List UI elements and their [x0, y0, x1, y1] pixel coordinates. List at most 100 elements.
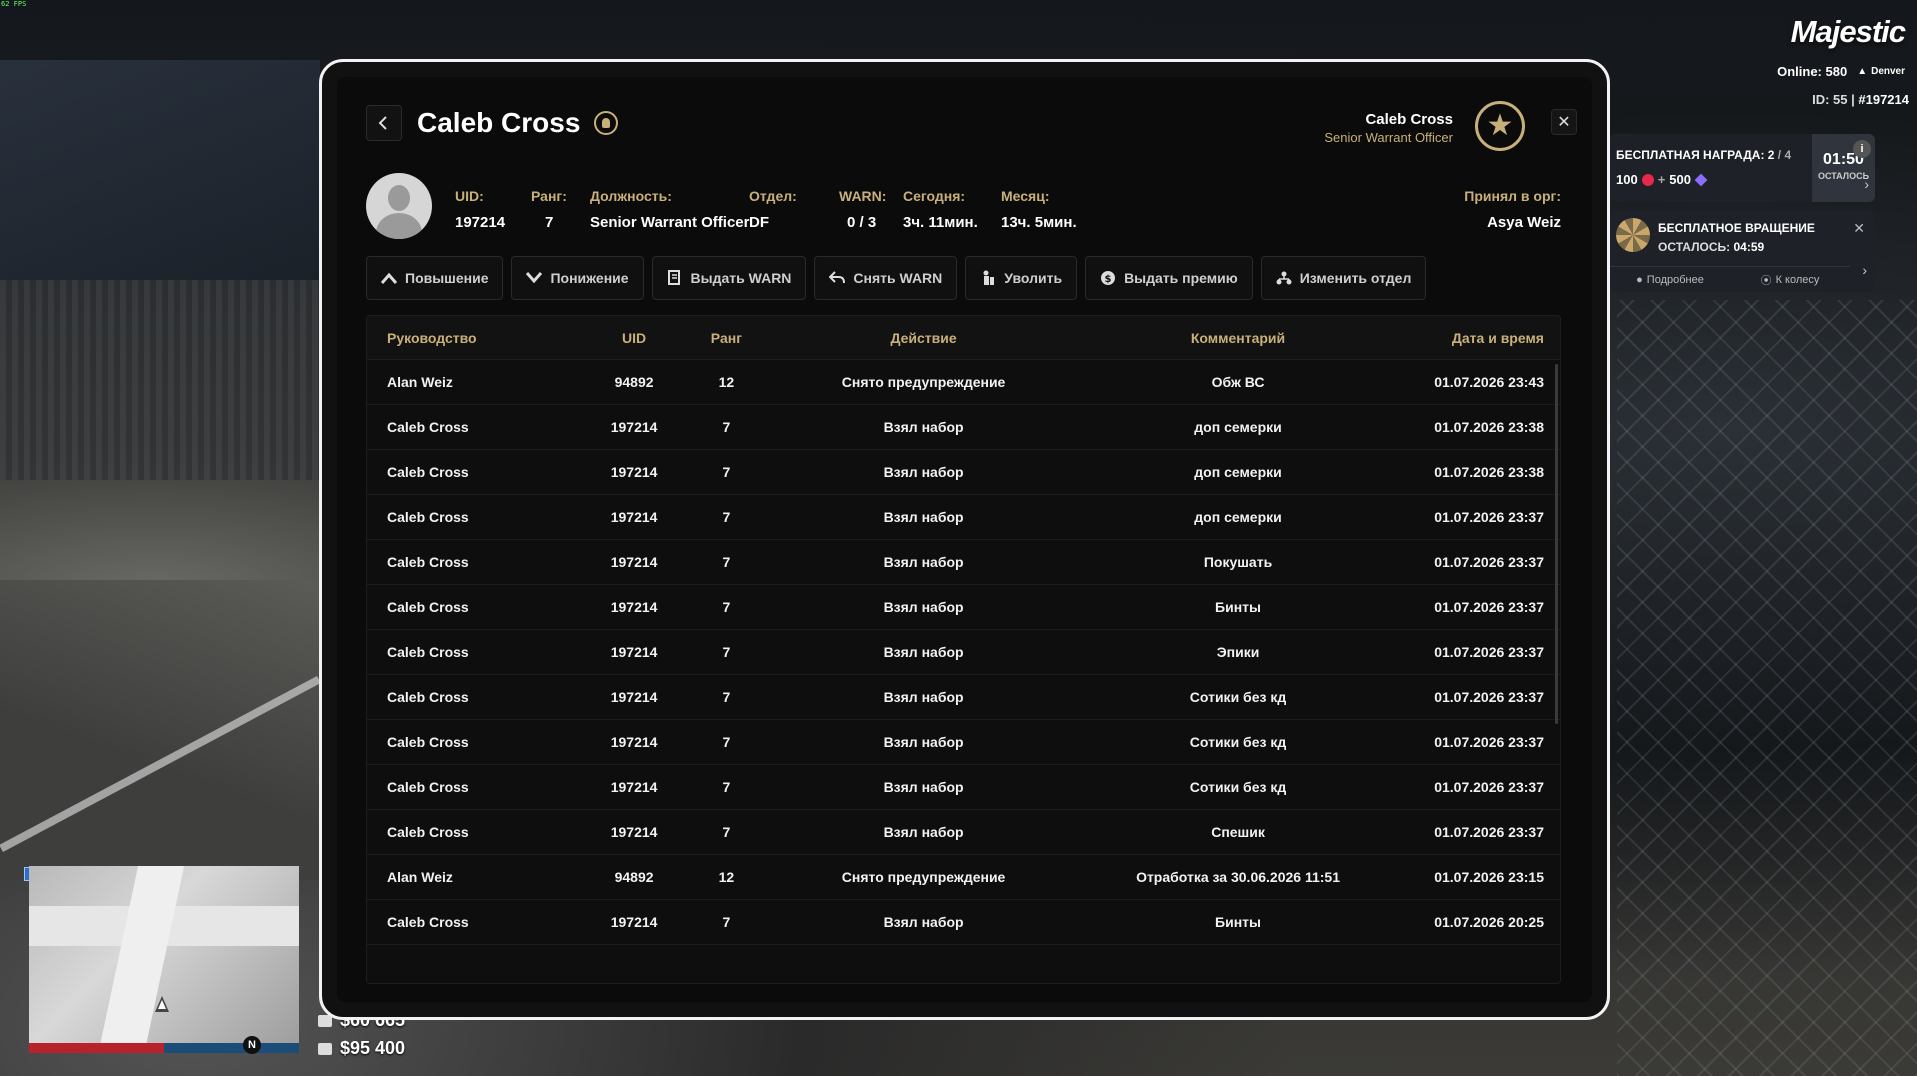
- cell-datetime: 01.07.2026 23:38: [1434, 419, 1544, 435]
- table-row[interactable]: Caleb Cross 197214 7 Взял набор Бинты 01.07.2…: [367, 585, 1560, 630]
- info-department: Отдел: DF: [749, 188, 797, 231]
- table-body: Alan Weiz 94892 12 Снято предупреждение Обж …: [367, 360, 1560, 945]
- table-row[interactable]: Caleb Cross 197214 7 Взял набор Спешик 01.07.…: [367, 810, 1560, 855]
- change-department-button[interactable]: Изменить отдел: [1260, 256, 1427, 300]
- cell-comment: Сотики без кд: [1189, 779, 1287, 795]
- cell-datetime: 01.07.2026 23:37: [1434, 509, 1544, 525]
- info-today: Сегодня: 3ч. 11мин.: [903, 188, 978, 231]
- table-row[interactable]: Caleb Cross 197214 7 Взял набор Бинты 01.07.2…: [367, 900, 1560, 945]
- cell-action: Взял набор: [883, 464, 964, 480]
- cell-manager: Caleb Cross: [387, 599, 469, 615]
- table-row[interactable]: Alan Weiz 94892 12 Снято предупреждение Обж …: [367, 360, 1560, 405]
- fire-button[interactable]: Уволить: [965, 256, 1078, 300]
- table-row[interactable]: Caleb Cross 197214 7 Взял набор доп семерки 0…: [367, 450, 1560, 495]
- free-spin-widget[interactable]: БЕСПЛАТНОЕ ВРАЩЕНИЕ ОСТАЛОСЬ: 04:59 ✕ › …: [1610, 210, 1875, 292]
- cell-comment: Спешик: [1211, 824, 1265, 840]
- table-row[interactable]: Caleb Cross 197214 7 Взял набор доп семерки 0…: [367, 495, 1560, 540]
- background-wall: [0, 280, 320, 480]
- undo-icon: [829, 270, 846, 286]
- to-wheel-link[interactable]: ⦿ К колесу: [1730, 267, 1850, 292]
- server-icon: ▲: [1857, 66, 1868, 77]
- cell-action: Взял набор: [883, 644, 964, 660]
- column-header[interactable]: Комментарий: [1091, 330, 1385, 346]
- cell-comment: Сотики без кд: [1189, 689, 1287, 705]
- warn-icon: [667, 270, 683, 286]
- cell-action: Взял набор: [883, 914, 964, 930]
- cell-datetime: 01.07.2026 23:37: [1434, 734, 1544, 750]
- header-user-rank: Senior Warrant Officer: [1324, 130, 1453, 145]
- cell-action: Взял набор: [883, 599, 964, 615]
- cell-action: Взял набор: [883, 779, 964, 795]
- employee-card-panel: Caleb Cross Caleb Cross Senior Warrant O…: [337, 77, 1592, 1002]
- cell-uid: 197214: [610, 554, 658, 570]
- fire-icon: [980, 270, 996, 286]
- cell-rank: 12: [718, 869, 735, 885]
- close-icon[interactable]: ✕: [1853, 220, 1865, 237]
- cell-manager: Caleb Cross: [387, 914, 469, 930]
- info-icon[interactable]: i: [1853, 140, 1871, 158]
- server-name: ▲ Denver: [1857, 66, 1905, 77]
- avatar: [366, 173, 432, 239]
- chevron-right-icon[interactable]: ›: [1864, 176, 1869, 192]
- table-row[interactable]: Caleb Cross 197214 7 Взял набор доп семерки 0…: [367, 405, 1560, 450]
- cash-money: $95 400: [318, 1038, 405, 1059]
- fps-counter: 62 FPS: [1, 0, 27, 8]
- remove-warn-button[interactable]: Снять WARN: [814, 256, 958, 300]
- cell-manager: Caleb Cross: [387, 554, 469, 570]
- back-button[interactable]: [366, 105, 402, 141]
- demote-icon: [526, 270, 543, 286]
- online-count: Online: 580: [1777, 64, 1848, 79]
- crystal-icon: [1694, 173, 1708, 186]
- give-bonus-button[interactable]: $ Выдать премию: [1085, 256, 1253, 300]
- cell-uid: 197214: [610, 644, 658, 660]
- header-user-name: Caleb Cross: [1365, 111, 1453, 128]
- cell-comment: доп семерки: [1194, 419, 1282, 435]
- table-row[interactable]: Caleb Cross 197214 7 Взял набор Сотики без к…: [367, 675, 1560, 720]
- more-info-link[interactable]: ● Подробнее: [1610, 267, 1730, 292]
- cell-action: Снято предупреждение: [841, 374, 1006, 390]
- column-header[interactable]: UID: [572, 330, 697, 346]
- player-arrow-icon: [155, 996, 169, 1012]
- cell-manager: Caleb Cross: [387, 734, 469, 750]
- cell-action: Взял набор: [883, 734, 964, 750]
- table-row[interactable]: Alan Weiz 94892 12 Снято предупреждение Отра…: [367, 855, 1560, 900]
- background-fence: [1617, 300, 1917, 1076]
- cell-action: Взял набор: [883, 509, 964, 525]
- chevron-right-icon[interactable]: ›: [1862, 262, 1867, 278]
- give-warn-button[interactable]: Выдать WARN: [651, 256, 807, 300]
- close-button[interactable]: ✕: [1551, 109, 1577, 135]
- table-scrollbar[interactable]: [1555, 364, 1558, 724]
- table-row[interactable]: Caleb Cross 197214 7 Взял набор Сотики без к…: [367, 720, 1560, 765]
- table-row[interactable]: Caleb Cross 197214 7 Взял набор Эпики 01.07.2…: [367, 630, 1560, 675]
- table-row[interactable]: Caleb Cross 197214 7 Взял набор Покушать 01.0…: [367, 540, 1560, 585]
- cell-datetime: 01.07.2026 23:37: [1434, 599, 1544, 615]
- column-header[interactable]: Ранг: [696, 330, 756, 346]
- cell-manager: Caleb Cross: [387, 464, 469, 480]
- cell-comment: Бинты: [1215, 914, 1261, 930]
- cell-uid: 197214: [610, 509, 658, 525]
- free-reward-widget[interactable]: БЕСПЛАТНАЯ НАГРАДА: 2 / 4 100 + 500 01:5…: [1610, 134, 1875, 202]
- promote-button[interactable]: Повышение: [366, 256, 504, 300]
- cell-uid: 197214: [610, 914, 658, 930]
- table-row[interactable]: Caleb Cross 197214 7 Взял набор Сотики без к…: [367, 765, 1560, 810]
- column-header[interactable]: Руководство: [367, 330, 572, 346]
- cell-rank: 7: [722, 734, 731, 750]
- cell-manager: Caleb Cross: [387, 644, 469, 660]
- column-header[interactable]: Действие: [756, 330, 1090, 346]
- info-hired-by: Принял в орг: Asya Weiz: [1464, 188, 1561, 231]
- cell-rank: 7: [722, 689, 731, 705]
- cell-datetime: 01.07.2026 23:37: [1434, 689, 1544, 705]
- cell-comment: Бинты: [1215, 599, 1261, 615]
- location-pin-icon: ⦿: [1760, 274, 1772, 287]
- cell-rank: 7: [722, 554, 731, 570]
- demote-button[interactable]: Понижение: [511, 256, 644, 300]
- minimap: [29, 866, 299, 1046]
- cell-action: Взял набор: [883, 689, 964, 705]
- cell-datetime: 01.07.2026 20:25: [1434, 914, 1544, 930]
- background-road: [0, 580, 330, 880]
- cell-datetime: 01.07.2026 23:37: [1434, 554, 1544, 570]
- player-id: ID: 55 | #197214: [1812, 92, 1909, 107]
- cell-comment: Покушать: [1203, 554, 1273, 570]
- column-header[interactable]: Дата и время: [1385, 330, 1560, 346]
- cell-uid: 94892: [614, 374, 654, 390]
